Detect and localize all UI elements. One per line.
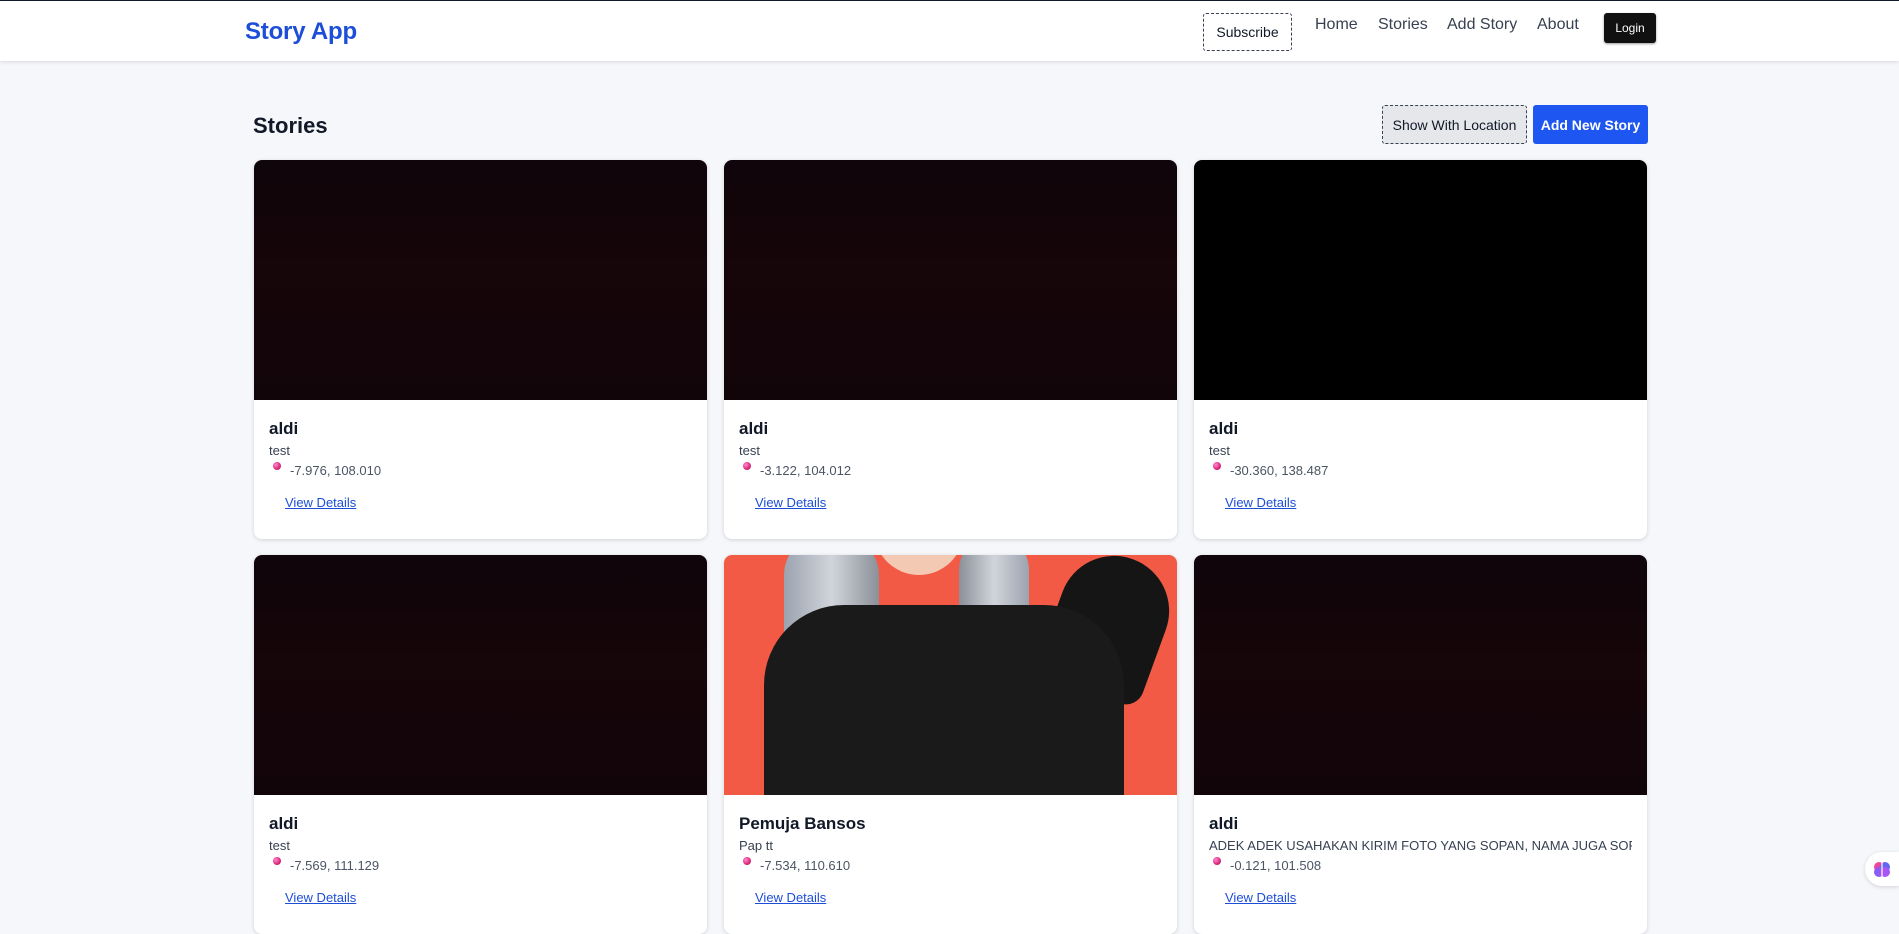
nav-link-stories[interactable]: Stories (1378, 16, 1428, 34)
map-pin-icon (743, 462, 751, 470)
story-coordinates: -30.360, 138.487 (1230, 462, 1329, 478)
story-author: aldi (1209, 419, 1239, 438)
story-description: ADEK ADEK USAHAKAN KIRIM FOTO YANG SOPAN… (1209, 838, 1632, 853)
login-button[interactable]: Login (1604, 13, 1656, 43)
brain-icon[interactable] (1865, 852, 1899, 886)
show-with-location-button[interactable]: Show With Location (1382, 105, 1527, 144)
brand-logo[interactable]: Story App (245, 18, 357, 46)
map-pin-icon (273, 857, 281, 865)
subscribe-button[interactable]: Subscribe (1203, 13, 1292, 51)
story-author: aldi (269, 814, 299, 833)
story-location: -3.122, 104.012 (739, 462, 1162, 478)
story-description: test (1209, 443, 1230, 458)
story-coordinates: -7.976, 108.010 (290, 462, 382, 478)
view-details-link[interactable]: View Details (1225, 495, 1296, 510)
story-card: aldi ADEK ADEK USAHAKAN KIRIM FOTO YANG … (1194, 555, 1647, 934)
story-location: -7.534, 110.610 (739, 857, 1162, 873)
map-pin-icon (273, 462, 281, 470)
view-details-link[interactable]: View Details (285, 495, 356, 510)
view-details-link[interactable]: View Details (755, 890, 826, 905)
story-card: aldi test -30.360, 138.487 View Details (1194, 160, 1647, 539)
story-description: Pap tt (739, 838, 773, 853)
map-pin-icon (743, 857, 751, 865)
story-coordinates: -7.534, 110.610 (760, 857, 851, 873)
story-coordinates: -3.122, 104.012 (760, 462, 852, 478)
story-location: -30.360, 138.487 (1209, 462, 1632, 478)
nav-link-add-story[interactable]: Add Story (1447, 16, 1517, 34)
story-image (724, 555, 1177, 795)
story-image (254, 555, 707, 795)
nav-link-about[interactable]: About (1537, 16, 1579, 34)
story-author: Pemuja Bansos (739, 814, 866, 833)
story-image (1194, 555, 1647, 795)
page-title: Stories (253, 113, 328, 138)
story-image (1194, 160, 1647, 400)
story-author: aldi (739, 419, 769, 438)
story-location: -7.976, 108.010 (269, 462, 692, 478)
story-image (724, 160, 1177, 400)
story-card: aldi test -3.122, 104.012 View Details (724, 160, 1177, 539)
story-description: test (739, 443, 760, 458)
map-pin-icon (1213, 857, 1221, 865)
story-location: -0.121, 101.508 (1209, 857, 1632, 873)
navbar: Story App Subscribe Home Stories Add Sto… (0, 0, 1899, 61)
view-details-link[interactable]: View Details (755, 495, 826, 510)
story-coordinates: -7.569, 111.129 (290, 857, 380, 873)
story-card: Pemuja Bansos Pap tt -7.534, 110.610 Vie… (724, 555, 1177, 934)
story-card: aldi test -7.976, 108.010 View Details (254, 160, 707, 539)
add-new-story-button[interactable]: Add New Story (1533, 105, 1648, 144)
story-location: -7.569, 111.129 (269, 857, 692, 873)
story-image (254, 160, 707, 400)
story-coordinates: -0.121, 101.508 (1230, 857, 1322, 873)
story-card: aldi test -7.569, 111.129 View Details (254, 555, 707, 934)
story-author: aldi (269, 419, 299, 438)
story-author: aldi (1209, 814, 1239, 833)
view-details-link[interactable]: View Details (285, 890, 356, 905)
view-details-link[interactable]: View Details (1225, 890, 1296, 905)
map-pin-icon (1213, 462, 1221, 470)
story-description: test (269, 443, 290, 458)
nav-link-home[interactable]: Home (1315, 16, 1358, 34)
story-description: test (269, 838, 290, 853)
